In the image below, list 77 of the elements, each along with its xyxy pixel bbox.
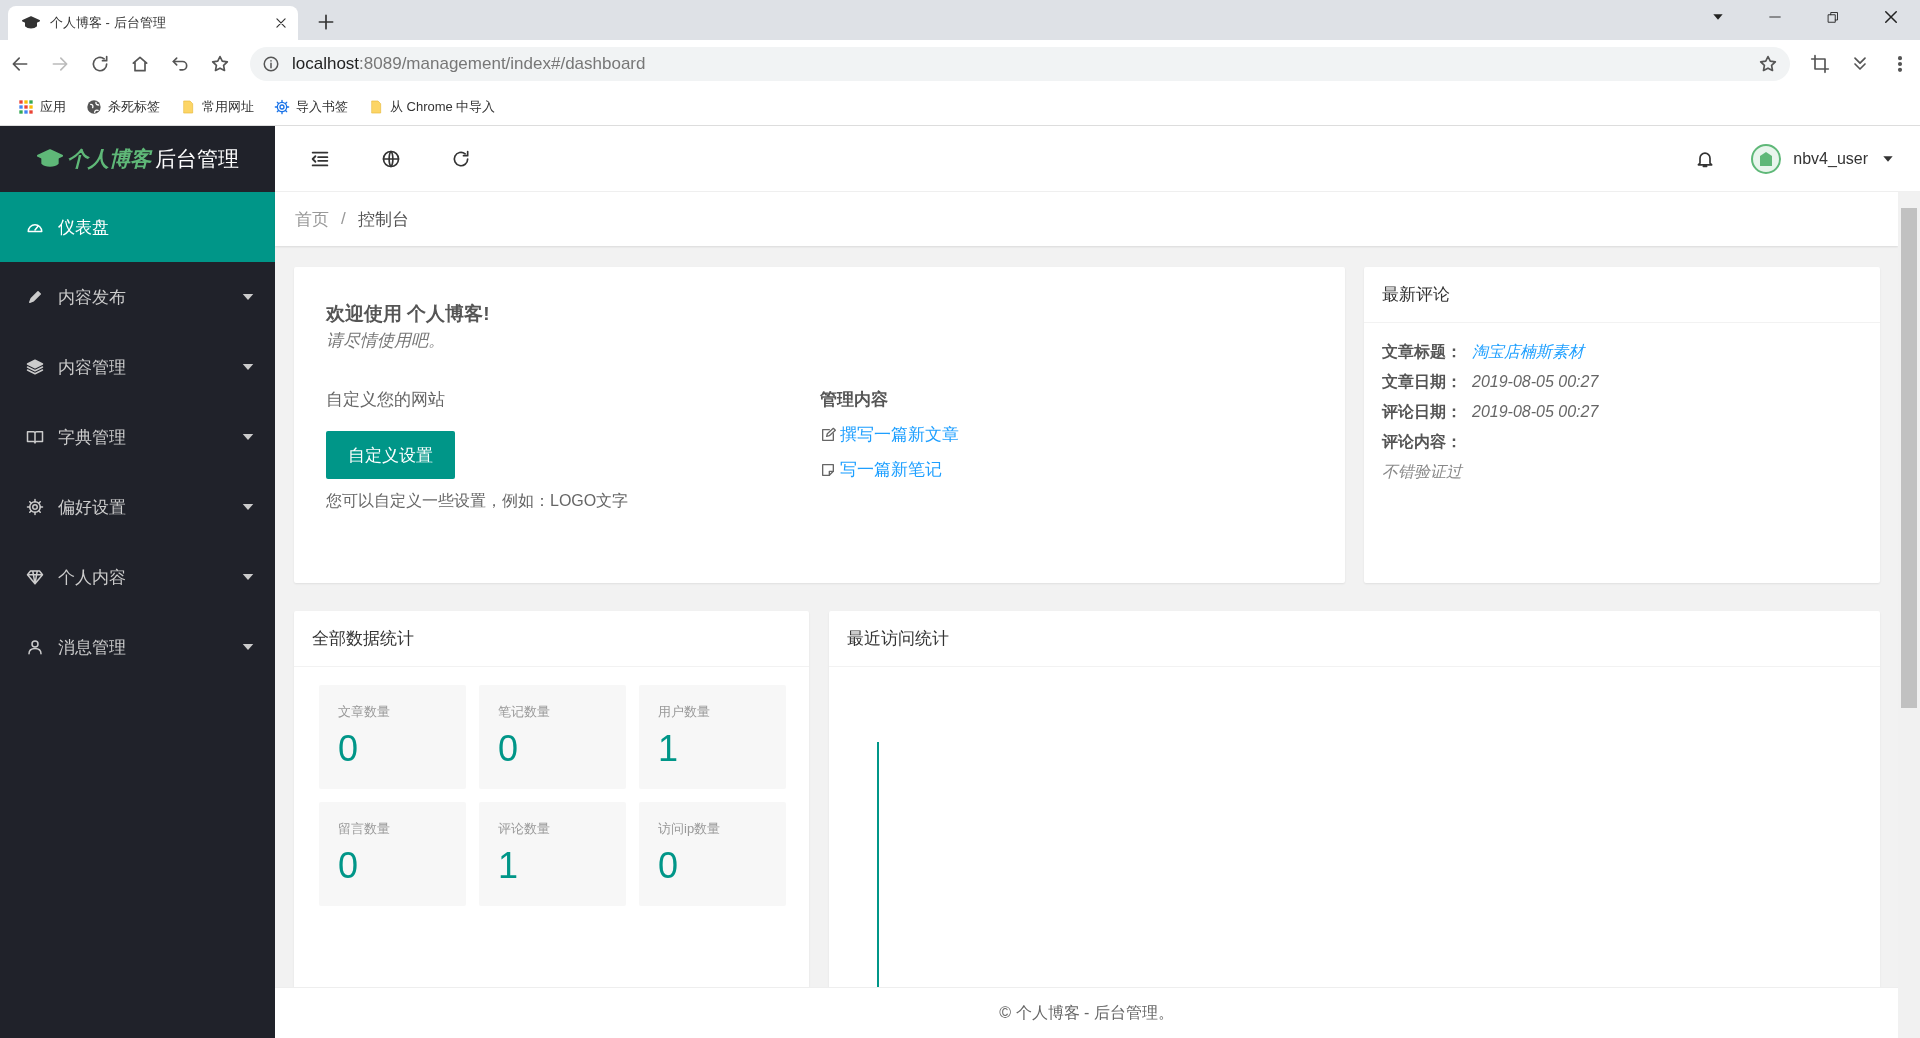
welcome-subtitle: 请尽情使用吧。 bbox=[326, 330, 446, 352]
comment-text: 不错验证过 bbox=[1382, 463, 1462, 480]
stat-label: 评论数量 bbox=[498, 820, 551, 838]
sidebar-item[interactable]: 偏好设置 bbox=[0, 472, 275, 542]
gear-icon bbox=[26, 498, 44, 516]
stat-label: 文章数量 bbox=[338, 703, 391, 721]
field-label: 评论内容： bbox=[1382, 433, 1462, 450]
close-icon[interactable] bbox=[274, 16, 288, 30]
field-label: 文章日期： bbox=[1382, 373, 1462, 390]
logo-text: 个人博客 bbox=[66, 146, 151, 172]
sidebar-item[interactable]: 内容发布 bbox=[0, 262, 275, 332]
stat-value: 0 bbox=[658, 848, 680, 884]
welcome-title: 欢迎使用 个人博客! bbox=[326, 302, 491, 326]
close-icon[interactable] bbox=[1882, 8, 1900, 26]
sidebar-item[interactable]: 消息管理 bbox=[0, 612, 275, 682]
globe-icon bbox=[86, 98, 102, 115]
crop-icon[interactable] bbox=[1810, 54, 1830, 74]
avatar bbox=[1751, 143, 1782, 174]
bookmark[interactable]: 常用网址 bbox=[202, 97, 254, 116]
bookmark[interactable]: 从 Chrome 中导入 bbox=[390, 97, 496, 116]
field-value: 2019-08-05 00:27 bbox=[1472, 403, 1599, 420]
stat-value: 0 bbox=[498, 731, 520, 767]
apps-grid-icon bbox=[18, 98, 34, 115]
stat-label: 访问ip数量 bbox=[658, 820, 722, 838]
field-label: 评论日期： bbox=[1382, 403, 1462, 420]
layers-icon bbox=[26, 358, 44, 376]
user-icon bbox=[26, 638, 44, 656]
stat-value: 1 bbox=[498, 848, 520, 884]
field-label: 文章标题： bbox=[1382, 343, 1462, 360]
address-bar[interactable]: localhost:8089/management/index#/dashboard bbox=[250, 47, 1790, 81]
star-icon[interactable] bbox=[210, 54, 230, 74]
stat-value: 1 bbox=[658, 731, 680, 767]
card-title: 全部数据统计 bbox=[294, 611, 809, 667]
sidebar-item[interactable]: 仪表盘 bbox=[0, 192, 275, 262]
folder-icon bbox=[368, 98, 384, 115]
hint-text: 您可以自定义一些设置，例如：LOGO文字 bbox=[326, 491, 629, 511]
section-heading: 自定义您的网站 bbox=[326, 389, 445, 411]
user-name[interactable]: nbv4_user bbox=[1793, 149, 1868, 168]
logo-subtitle: 后台管理 bbox=[154, 146, 239, 172]
new-tab-icon[interactable] bbox=[316, 12, 336, 32]
pen-icon bbox=[26, 288, 44, 306]
sidebar-item[interactable]: 内容管理 bbox=[0, 332, 275, 402]
star-icon[interactable] bbox=[1758, 54, 1778, 74]
home-icon[interactable] bbox=[130, 54, 150, 74]
globe-icon[interactable] bbox=[381, 148, 401, 169]
sidebar-item[interactable]: 个人内容 bbox=[0, 542, 275, 612]
edit-icon bbox=[819, 426, 836, 443]
stat-value: 0 bbox=[338, 848, 360, 884]
gear-icon bbox=[274, 98, 290, 115]
stat-label: 笔记数量 bbox=[498, 703, 551, 721]
book-icon bbox=[26, 428, 44, 446]
card-title: 最新评论 bbox=[1364, 267, 1880, 323]
url-text: localhost:8089/management/index#/dashboard bbox=[292, 54, 646, 74]
diamond-icon bbox=[26, 568, 44, 586]
bookmark[interactable]: 应用 bbox=[40, 97, 66, 116]
breadcrumb-link[interactable]: 控制台 bbox=[357, 207, 409, 231]
info-icon bbox=[262, 55, 280, 73]
reload-icon[interactable] bbox=[451, 148, 471, 169]
stat-label: 用户数量 bbox=[658, 703, 711, 721]
footer-text: © 个人博客 - 后台管理。 bbox=[275, 987, 1898, 1038]
folder-icon bbox=[180, 98, 196, 115]
bookmark[interactable]: 杀死标签 bbox=[108, 97, 160, 116]
tab-title: 个人博客 - 后台管理 bbox=[50, 14, 167, 32]
bookmark[interactable]: 导入书签 bbox=[296, 97, 348, 116]
undo-icon[interactable] bbox=[170, 54, 190, 74]
back-icon[interactable] bbox=[10, 54, 30, 74]
note-icon bbox=[819, 461, 836, 478]
breadcrumb-separator: / bbox=[341, 209, 346, 229]
section-heading: 管理内容 bbox=[819, 389, 888, 411]
stat-label: 留言数量 bbox=[338, 820, 391, 838]
stat-value: 0 bbox=[338, 731, 360, 767]
customize-button[interactable]: 自定义设置 bbox=[326, 431, 455, 479]
browser-tab[interactable]: 个人博客 - 后台管理 bbox=[8, 6, 298, 40]
sidebar-item[interactable]: 字典管理 bbox=[0, 402, 275, 472]
reload-icon[interactable] bbox=[90, 54, 110, 74]
card-title: 最近访问统计 bbox=[829, 611, 1880, 667]
field-value: 2019-08-05 00:27 bbox=[1472, 373, 1599, 390]
